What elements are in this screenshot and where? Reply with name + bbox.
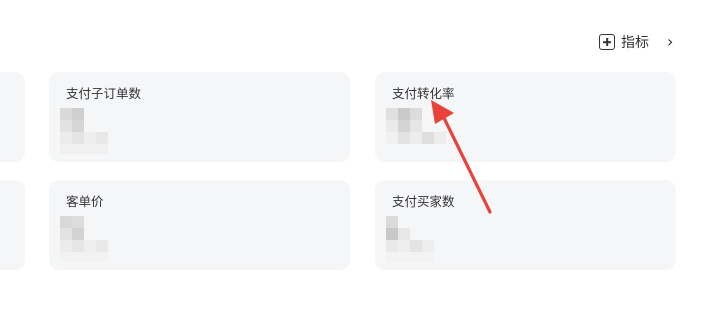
metric-value-redacted xyxy=(386,108,456,154)
metric-card-paying-buyers[interactable]: 支付买家数 xyxy=(375,180,676,270)
metric-value-redacted xyxy=(60,216,130,262)
metric-card-partial[interactable] xyxy=(0,72,25,162)
metric-card-title: 支付买家数 xyxy=(392,194,455,209)
metrics-panel: 指标 › 支付子订单数 支付转化率 客单价 支付买家数 xyxy=(0,0,706,323)
add-metric-button[interactable]: 指标 › xyxy=(599,32,673,52)
metric-card-payment-conversion-rate[interactable]: 支付转化率 xyxy=(375,72,676,162)
metric-value-redacted xyxy=(60,108,130,154)
metric-value-redacted xyxy=(386,216,456,262)
plus-square-icon xyxy=(599,34,615,50)
metric-card-average-order-value[interactable]: 客单价 xyxy=(49,180,350,270)
metric-card-title: 客单价 xyxy=(66,194,104,209)
metric-card-partial[interactable] xyxy=(0,180,25,270)
metric-card-title: 支付子订单数 xyxy=(66,86,142,101)
add-metric-label: 指标 xyxy=(621,35,649,51)
chevron-right-icon: › xyxy=(667,32,674,51)
metric-card-paid-suborders[interactable]: 支付子订单数 xyxy=(49,72,350,162)
metric-card-title: 支付转化率 xyxy=(392,86,455,101)
